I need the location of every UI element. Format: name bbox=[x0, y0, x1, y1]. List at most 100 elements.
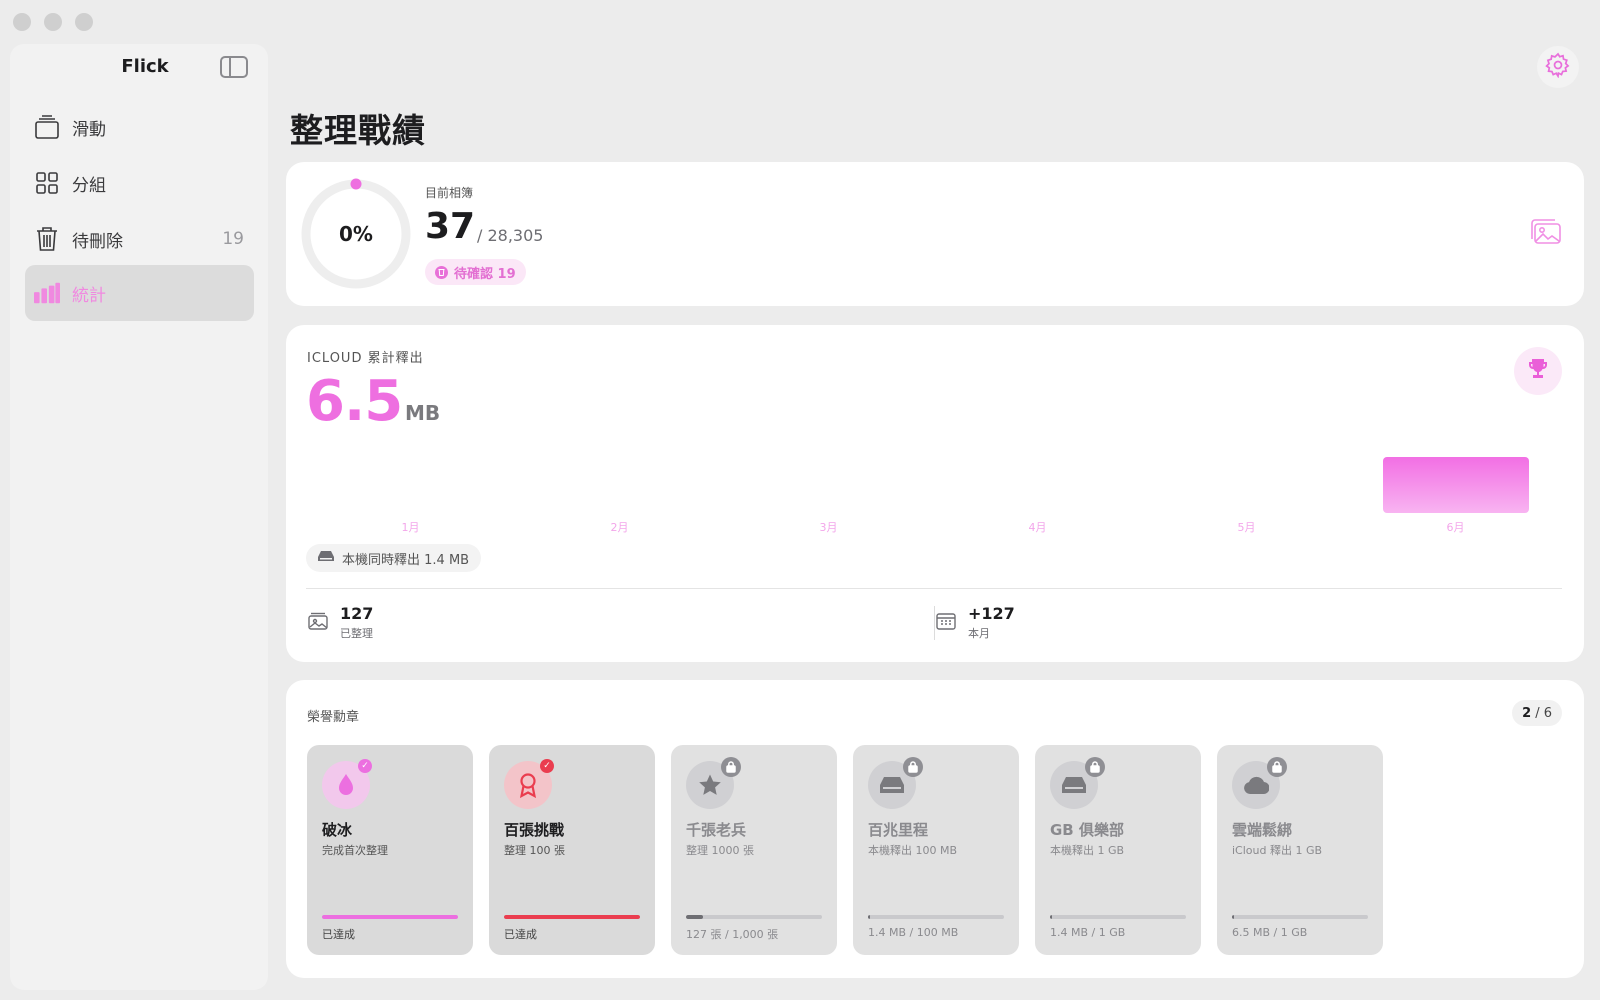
divider bbox=[934, 606, 935, 640]
icloud-released-card: ICLOUD 累計釋出 6.5 MB 1月 2月 3月 4月 5月 6月 本機同時釋出 1… bbox=[286, 325, 1584, 662]
gear-icon bbox=[1545, 52, 1571, 82]
window-controls bbox=[13, 13, 93, 31]
photos-icon[interactable] bbox=[1530, 218, 1562, 250]
badge-card[interactable]: ✓ 百張挑戰整理 100 張已達成 bbox=[489, 745, 655, 955]
trash-icon bbox=[435, 265, 448, 279]
badge-progress-fill bbox=[868, 915, 870, 919]
badge-progress-fill bbox=[504, 915, 640, 919]
pending-delete-count: 19 bbox=[222, 229, 244, 249]
badge-subtitle: 本機釋出 100 MB bbox=[868, 844, 958, 857]
badge-status: 1.4 MB / 1 GB bbox=[1050, 926, 1126, 939]
badges-label: 榮譽勳章 bbox=[307, 710, 360, 725]
badges-total: / 6 bbox=[1535, 705, 1552, 721]
badges-earned: 2 bbox=[1522, 705, 1532, 721]
badge-status: 1.4 MB / 100 MB bbox=[868, 926, 959, 939]
minimize-window-button[interactable] bbox=[44, 13, 62, 31]
chart-month-label: 6月 bbox=[1446, 521, 1465, 534]
badge-title: 雲端鬆綁 bbox=[1232, 821, 1293, 839]
badge-progress-fill bbox=[1050, 915, 1052, 919]
current-album-card: 0% 目前相簿 37 / 28,305 待確認 19 bbox=[286, 162, 1584, 306]
badge-progress-track bbox=[1050, 915, 1186, 919]
photos-icon bbox=[308, 612, 328, 634]
badge-progress-fill bbox=[322, 915, 458, 919]
progress-percent: 0% bbox=[339, 222, 373, 246]
sidebar-item-label: 統計 bbox=[72, 285, 106, 306]
chart-bar bbox=[1382, 457, 1529, 513]
this-month-label: 本月 bbox=[968, 627, 990, 640]
pending-badge[interactable]: 待確認 19 bbox=[425, 259, 526, 285]
monthly-chart: 1月 2月 3月 4月 5月 6月 bbox=[306, 435, 1560, 535]
badge-title: 破冰 bbox=[322, 821, 353, 839]
badge-card[interactable]: 百兆里程 本機釋出 100 MB 1.4 MB / 100 MB bbox=[853, 745, 1019, 955]
lock-icon bbox=[721, 757, 741, 777]
album-label: 目前相簿 bbox=[425, 186, 474, 200]
trophy-button[interactable] bbox=[1514, 347, 1562, 395]
chart-month-label: 4月 bbox=[1028, 521, 1047, 534]
badge-subtitle: 整理 100 張 bbox=[504, 844, 565, 857]
bar-chart-icon bbox=[34, 280, 60, 306]
badge-progress-track bbox=[504, 915, 640, 919]
zoom-window-button[interactable] bbox=[75, 13, 93, 31]
lock-icon bbox=[903, 757, 923, 777]
badge-card[interactable]: 千張老兵整理 1000 張 127 張 / 1,000 張 bbox=[671, 745, 837, 955]
pending-label: 待確認 19 bbox=[454, 266, 516, 282]
badge-progress-track bbox=[322, 915, 458, 919]
sidebar-toggle-icon[interactable] bbox=[220, 56, 248, 78]
badge-status: 已達成 bbox=[504, 928, 537, 941]
badge-status: 127 張 / 1,000 張 bbox=[686, 928, 779, 941]
sidebar-item-groups[interactable]: 分組 bbox=[25, 155, 254, 211]
icloud-unit: MB bbox=[405, 401, 441, 425]
chart-month-label: 1月 bbox=[401, 521, 420, 534]
divider bbox=[306, 588, 1562, 589]
badge-subtitle: 完成首次整理 bbox=[322, 844, 388, 857]
calendar-icon bbox=[936, 612, 956, 634]
badges-count: 2 / 6 bbox=[1512, 700, 1562, 726]
badge-status: 已達成 bbox=[322, 928, 355, 941]
sidebar-item-label: 分組 bbox=[72, 175, 106, 196]
badge-subtitle: iCloud 釋出 1 GB bbox=[1232, 844, 1323, 857]
icloud-label: ICLOUD 累計釋出 bbox=[307, 351, 424, 366]
trophy-icon bbox=[1526, 357, 1550, 385]
local-released-label: 本機同時釋出 1.4 MB bbox=[342, 552, 470, 568]
album-total: / 28,305 bbox=[477, 226, 544, 245]
sidebar-item-pending-delete[interactable]: 待刪除 19 bbox=[25, 211, 254, 267]
app-window: Flick 滑動 分組 待刪除 19 統計 整理戰績 0% 目前相簿 37 / … bbox=[0, 0, 1600, 1000]
badge-title: 百張挑戰 bbox=[504, 821, 565, 839]
settings-button[interactable] bbox=[1537, 46, 1579, 88]
this-month-count: +127 bbox=[968, 604, 1015, 623]
badge-card[interactable]: ✓ 破冰完成首次整理 已達成 bbox=[307, 745, 473, 955]
card-stack-icon bbox=[34, 114, 60, 140]
badge-title: 千張老兵 bbox=[686, 821, 747, 839]
badge-card[interactable]: GB 俱樂部本機釋出 1 GB 1.4 MB / 1 GB bbox=[1035, 745, 1201, 955]
lock-icon bbox=[1267, 757, 1287, 777]
sidebar: Flick 滑動 分組 待刪除 19 統計 bbox=[10, 44, 268, 990]
drive-icon bbox=[318, 550, 334, 566]
page-title: 整理戰績 bbox=[290, 111, 426, 150]
badge-progress-fill bbox=[686, 915, 704, 919]
trash-icon bbox=[34, 226, 60, 252]
checkmark-icon: ✓ bbox=[540, 759, 554, 773]
badge-subtitle: 本機釋出 1 GB bbox=[1050, 844, 1125, 857]
stat-organized: 127 已整理 bbox=[308, 604, 373, 641]
album-count: 37 bbox=[425, 206, 476, 247]
sidebar-item-swipe[interactable]: 滑動 bbox=[25, 99, 254, 155]
badge-progress-track bbox=[1232, 915, 1368, 919]
organized-label: 已整理 bbox=[340, 627, 373, 640]
close-window-button[interactable] bbox=[13, 13, 31, 31]
grid-icon bbox=[34, 170, 60, 196]
badge-subtitle: 整理 1000 張 bbox=[686, 844, 754, 857]
chart-month-label: 2月 bbox=[610, 521, 629, 534]
chart-month-label: 5月 bbox=[1237, 521, 1256, 534]
icloud-value: 6.5 bbox=[306, 369, 403, 434]
sidebar-item-label: 待刪除 bbox=[72, 231, 123, 252]
badge-progress-track bbox=[868, 915, 1004, 919]
organized-count: 127 bbox=[340, 604, 374, 623]
chart-month-label: 3月 bbox=[819, 521, 838, 534]
badge-progress-fill bbox=[1232, 915, 1234, 919]
checkmark-icon: ✓ bbox=[358, 759, 372, 773]
badge-title: GB 俱樂部 bbox=[1050, 821, 1124, 839]
local-released-chip: 本機同時釋出 1.4 MB bbox=[306, 544, 482, 572]
badge-card[interactable]: 雲端鬆綁 iCloud 釋出 1 GB 6.5 MB / 1 GB bbox=[1217, 745, 1383, 955]
lock-icon bbox=[1085, 757, 1105, 777]
sidebar-item-stats[interactable]: 統計 bbox=[25, 265, 254, 321]
